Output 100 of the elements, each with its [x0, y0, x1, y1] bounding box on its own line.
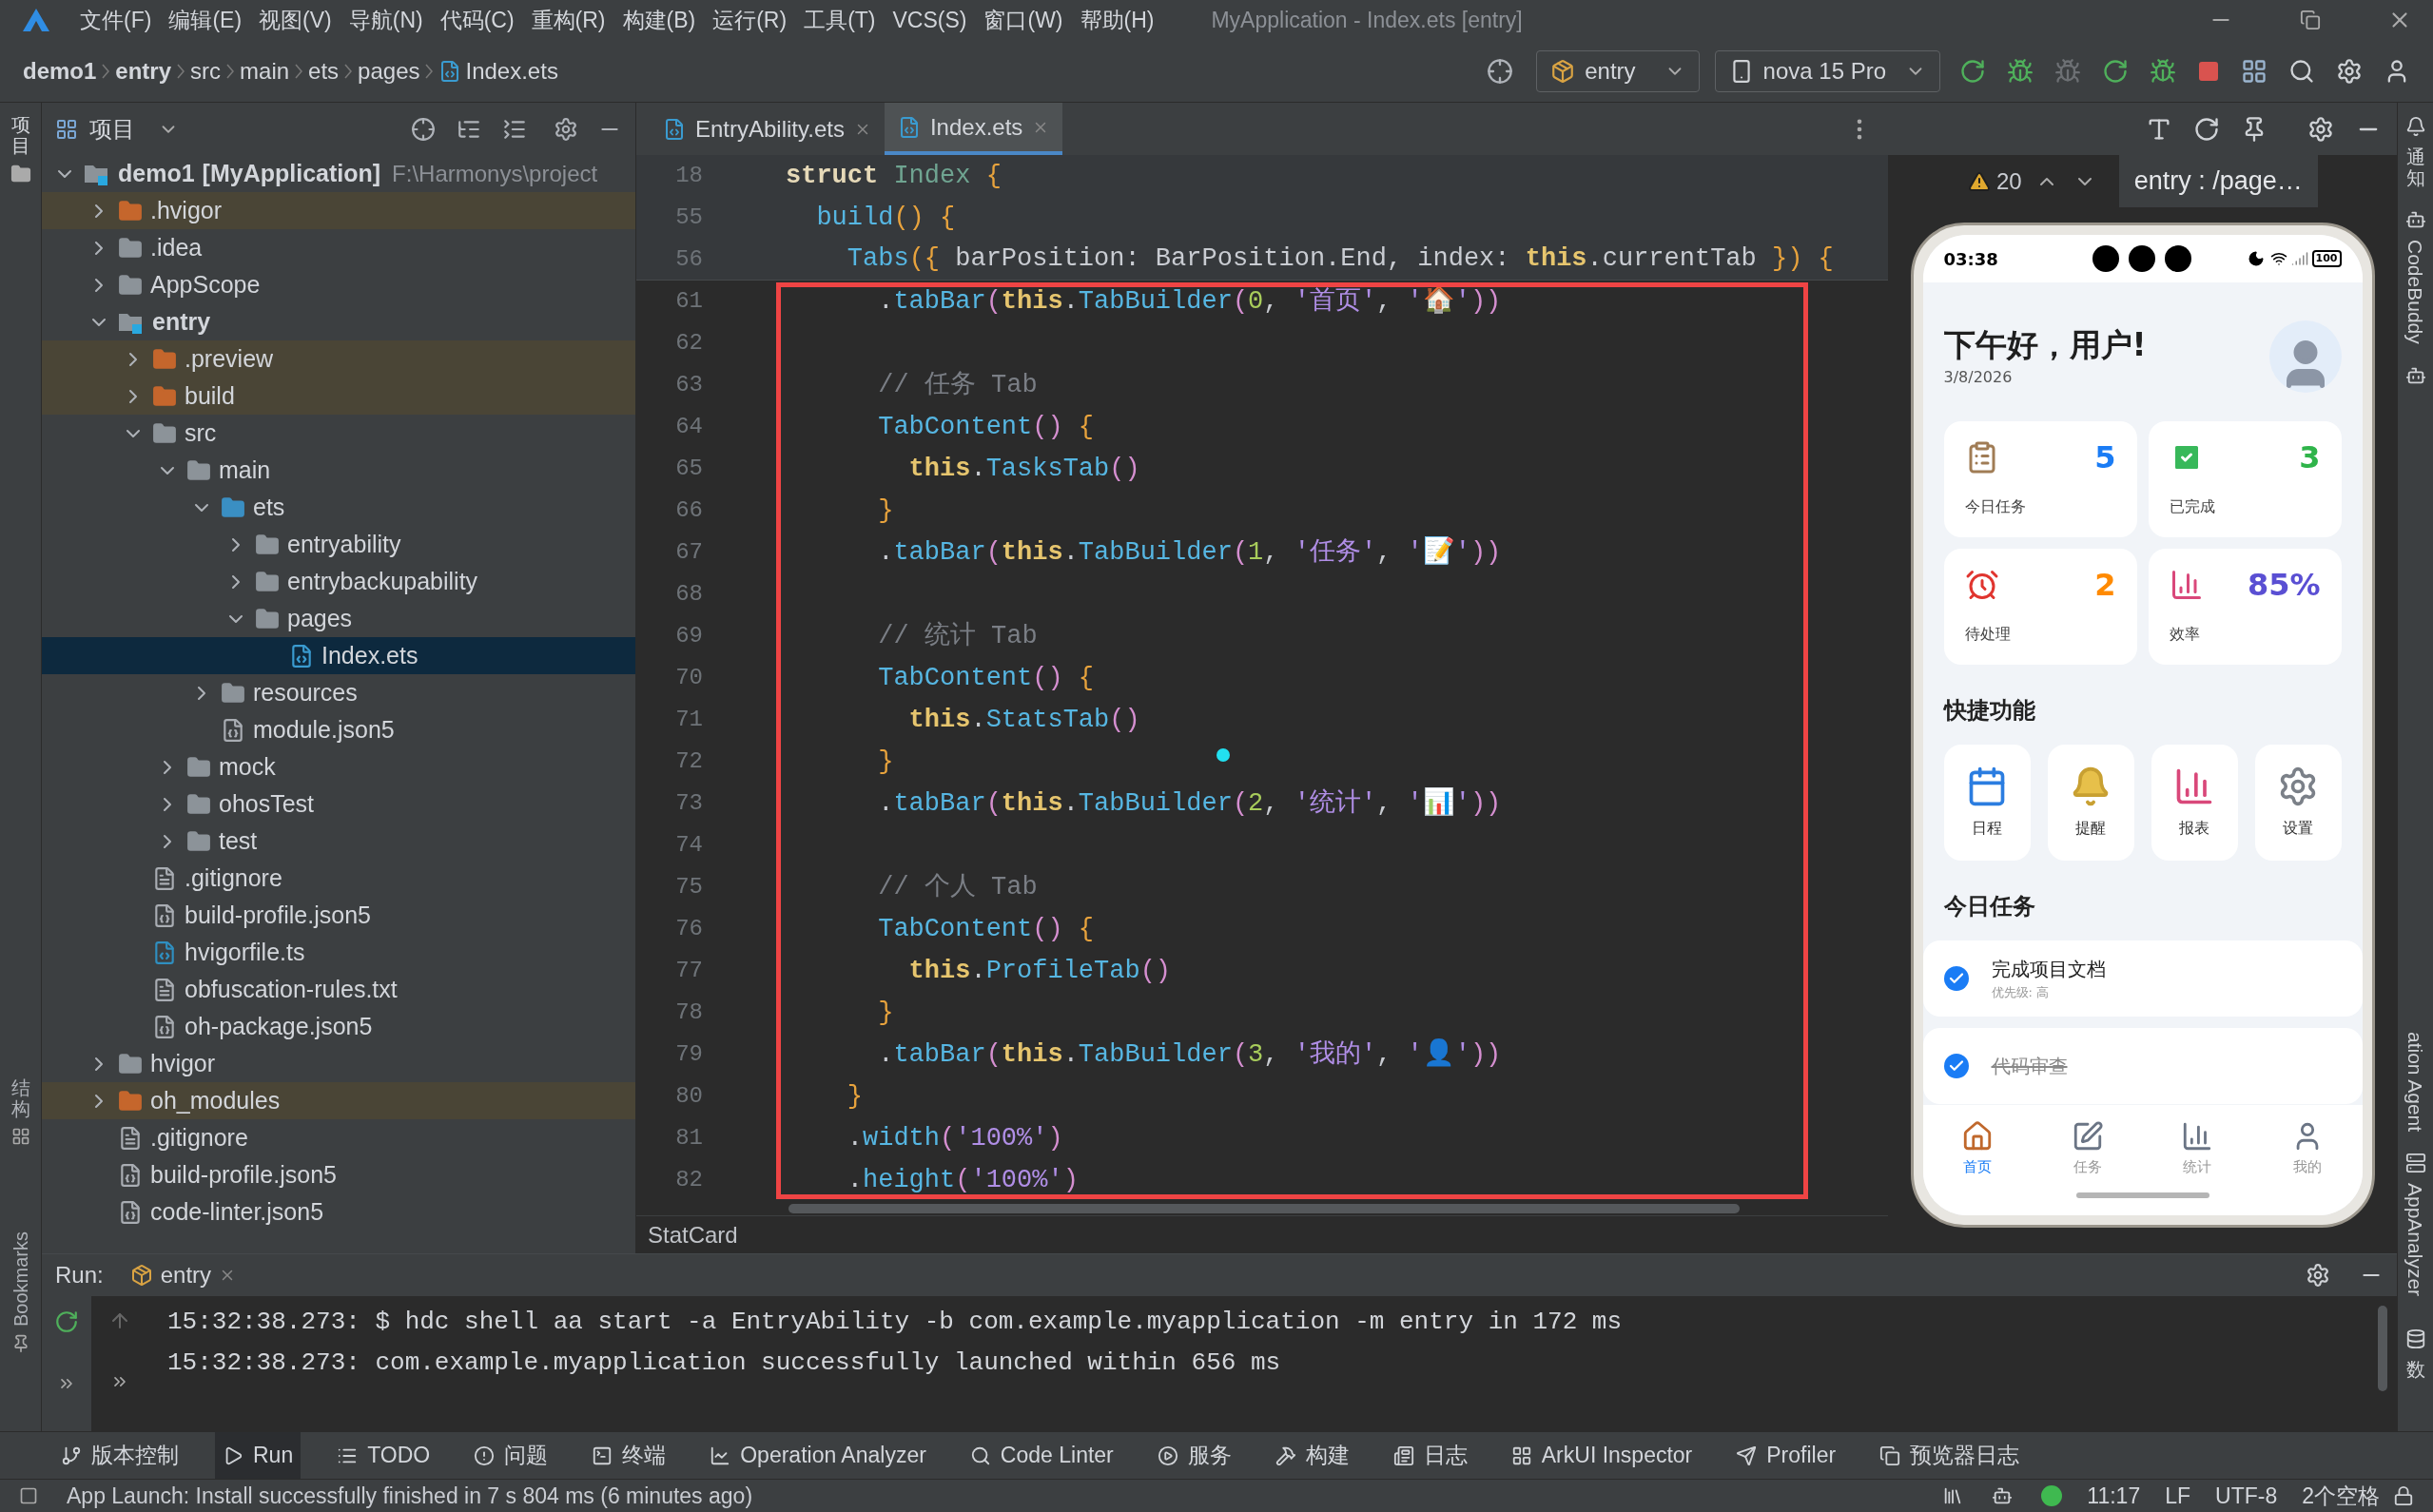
vertical-scrollbar[interactable]	[2378, 1306, 2387, 1391]
rerun-icon[interactable]	[1959, 57, 1986, 85]
notifications-tool-tab[interactable]: 通知	[2405, 146, 2425, 188]
breadcrumb-item[interactable]: pages	[358, 53, 420, 88]
tree-item[interactable]: .gitignore	[42, 860, 635, 897]
tool-window-tab[interactable]: 问题	[466, 1432, 556, 1479]
tool-window-tab[interactable]: 终端	[584, 1432, 674, 1479]
editor-tab[interactable]: EntryAbility.ets	[650, 103, 885, 155]
breadcrumb-item[interactable]: main	[240, 53, 290, 88]
preview-tab[interactable]: entry : /page…	[2118, 155, 2318, 207]
run-config-dropdown[interactable]: entry	[1536, 49, 1700, 92]
tree-item[interactable]: src	[42, 415, 635, 452]
tree-item[interactable]: .idea	[42, 229, 635, 266]
profile-icon[interactable]	[2150, 57, 2176, 85]
lock-icon[interactable]	[2393, 1485, 2414, 1506]
quick-action-tile[interactable]: 设置	[2254, 745, 2342, 861]
tool-window-tab[interactable]: Operation Analyzer	[702, 1432, 934, 1479]
tree-item[interactable]: ohosTest	[42, 785, 635, 823]
tree-item[interactable]: mock	[42, 748, 635, 785]
structure-icon[interactable]	[10, 1126, 30, 1146]
assistant-icon[interactable]	[1992, 1485, 2014, 1506]
tree-item[interactable]: code-linter.json5	[42, 1193, 635, 1231]
panel-title[interactable]: 项目	[89, 111, 135, 146]
menu-item[interactable]: 构建(B)	[622, 3, 696, 37]
tree-item[interactable]: pages	[42, 600, 635, 637]
bell-icon[interactable]	[2404, 116, 2426, 137]
menu-item[interactable]: 重构(R)	[531, 3, 606, 37]
tree-item[interactable]: resources	[42, 674, 635, 711]
tree-item[interactable]: oh_modules	[42, 1082, 635, 1119]
tool-window-tab[interactable]: Code Linter	[962, 1432, 1121, 1479]
tree-item[interactable]: .hvigor	[42, 192, 635, 229]
tool-window-tab[interactable]: 服务	[1149, 1432, 1239, 1479]
task-row[interactable]: 代码审查	[1922, 1028, 2363, 1104]
nav-tab[interactable]: 首页	[1922, 1119, 2033, 1178]
analyzer-icon[interactable]	[2404, 1152, 2426, 1173]
menu-item[interactable]: 编辑(E)	[168, 3, 243, 37]
layout-icon[interactable]	[19, 1486, 38, 1505]
tree-item[interactable]: main	[42, 452, 635, 489]
tree-item[interactable]: obfuscation-rules.txt	[42, 971, 635, 1008]
tree-item[interactable]: hvigor	[42, 1045, 635, 1082]
breadcrumb-item[interactable]: ets	[308, 53, 340, 88]
structure-tool-tab[interactable]: 结构	[10, 1076, 30, 1119]
tree-item[interactable]: Index.ets	[42, 637, 635, 674]
quick-action-tile[interactable]: 提醒	[2047, 745, 2134, 861]
side-tool-tab[interactable]: AppAnalyzer	[2400, 1182, 2431, 1296]
tree-item[interactable]: test	[42, 823, 635, 860]
side-tool-tab[interactable]: CodeBuddy	[2400, 240, 2431, 344]
horizontal-scrollbar[interactable]	[788, 1204, 1740, 1213]
settings-icon[interactable]	[2336, 57, 2363, 85]
indent-setting[interactable]: 2个空格	[2302, 1479, 2380, 1512]
tool-window-tab[interactable]: ArkUI Inspector	[1503, 1432, 1701, 1479]
tree-item[interactable]: entryability	[42, 526, 635, 563]
debug-icon[interactable]	[2007, 57, 2034, 85]
settings-icon[interactable]	[554, 116, 578, 142]
breadcrumb-item[interactable]: demo1	[23, 53, 97, 88]
database-tool-tab[interactable]: 数	[2405, 1359, 2425, 1380]
menu-item[interactable]: 窗口(W)	[983, 3, 1063, 37]
tree-item[interactable]: AppScope	[42, 266, 635, 303]
line-ending[interactable]: LF	[2165, 1479, 2191, 1512]
tree-item[interactable]: .gitignore	[42, 1119, 635, 1156]
refresh-icon[interactable]	[2193, 115, 2220, 143]
restore-icon[interactable]	[2300, 10, 2321, 30]
tree-item[interactable]: entrybackupability	[42, 563, 635, 600]
tool-window-tab[interactable]: 日志	[1385, 1432, 1475, 1479]
quick-action-tile[interactable]: 报表	[2151, 745, 2238, 861]
breadcrumb-item[interactable]: Index.ets	[465, 53, 558, 88]
menu-item[interactable]: VCS(S)	[892, 3, 967, 37]
tree-item[interactable]: demo1 [MyApplication] F:\Harmonys\project	[42, 155, 635, 192]
tool-window-tab[interactable]: Profiler	[1728, 1432, 1844, 1479]
breadcrumb-item[interactable]: entry	[115, 53, 172, 88]
caret-position[interactable]: 11:17	[2087, 1479, 2141, 1512]
structure-breadcrumb[interactable]: StatCard	[648, 1217, 738, 1252]
menu-item[interactable]: 运行(R)	[712, 3, 788, 37]
warnings-indicator[interactable]: 20	[1968, 164, 2022, 199]
side-tool-tab[interactable]: ation Agent	[2400, 1031, 2431, 1132]
robot-icon[interactable]	[2404, 209, 2426, 230]
device-dropdown[interactable]: nova 15 Pro	[1714, 49, 1940, 92]
tree-item[interactable]: module.json5	[42, 711, 635, 748]
tree-item[interactable]: oh-package.json5	[42, 1008, 635, 1045]
quick-action-tile[interactable]: 日程	[1943, 745, 2031, 861]
menu-item[interactable]: 代码(C)	[439, 3, 515, 37]
settings-icon[interactable]	[2307, 115, 2334, 143]
folder-icon[interactable]	[10, 164, 31, 184]
tree-item[interactable]: hvigorfile.ts	[42, 934, 635, 971]
task-checkbox[interactable]	[1943, 1054, 1969, 1078]
tool-window-tab[interactable]: Run	[215, 1432, 302, 1479]
target-icon[interactable]	[1487, 57, 1514, 85]
settings-icon[interactable]	[2306, 1263, 2330, 1288]
tree-item[interactable]: build	[42, 378, 635, 415]
tree-item[interactable]: ets	[42, 489, 635, 526]
locate-icon[interactable]	[411, 116, 436, 142]
task-checkbox[interactable]	[1943, 966, 1969, 991]
apply-changes-icon[interactable]	[2102, 57, 2129, 85]
run-configuration-tab[interactable]: entry	[129, 1258, 237, 1292]
breadcrumb-item[interactable]: src	[190, 53, 222, 88]
tree-item[interactable]: entry	[42, 303, 635, 340]
project-tool-tab[interactable]: 项目	[10, 114, 30, 156]
tool-window-tab[interactable]: 预览器日志	[1872, 1432, 2028, 1479]
stop-icon[interactable]	[2197, 59, 2220, 83]
tool-window-tab[interactable]: 版本控制	[53, 1432, 186, 1479]
